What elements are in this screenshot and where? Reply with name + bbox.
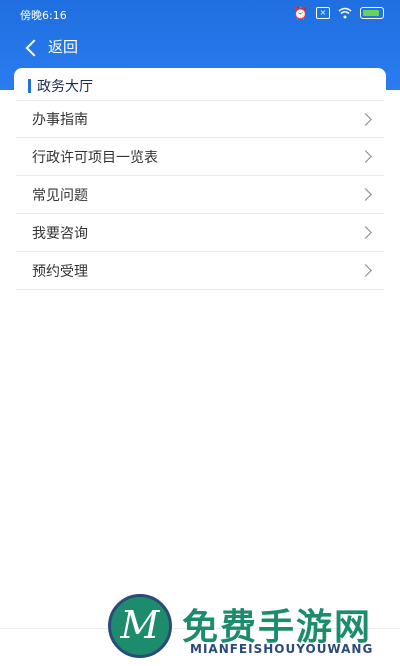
status-icons: ⏰ ×	[293, 6, 384, 20]
menu-item-license-list[interactable]: 行政许可项目一览表	[16, 138, 384, 176]
chevron-right-icon	[359, 188, 372, 201]
menu-item-label: 预约受理	[32, 263, 88, 280]
menu-item-label: 行政许可项目一览表	[32, 149, 158, 166]
watermark-subtitle: MIANFEISHOUYOUWANG	[190, 642, 374, 656]
menu-item-label: 常见问题	[32, 187, 88, 204]
watermark-logo: M	[108, 594, 172, 658]
chevron-right-icon	[359, 112, 372, 126]
status-bar: 傍晚6:16 ⏰ ×	[0, 0, 400, 28]
wifi-icon	[338, 7, 352, 19]
chevron-right-icon	[359, 226, 372, 239]
watermark-logo-letter: M	[120, 603, 160, 647]
section-title: 政务大厅	[37, 79, 93, 95]
sim-icon: ×	[316, 7, 330, 19]
menu-item-appointment[interactable]: 预约受理	[16, 252, 384, 290]
menu-item-consult[interactable]: 我要咨询	[16, 214, 384, 252]
menu-item-guide[interactable]: 办事指南	[16, 100, 384, 138]
watermark: M 免费手游网 MIANFEISHOUYOUWANG	[108, 594, 400, 666]
menu-item-label: 我要咨询	[32, 225, 88, 242]
service-menu: 办事指南 行政许可项目一览表 常见问题 我要咨询 预约受理	[16, 100, 384, 290]
chevron-left-icon	[25, 39, 43, 56]
section-title-marker	[28, 79, 31, 93]
section-header: 政务大厅	[28, 76, 93, 96]
menu-item-faq[interactable]: 常见问题	[16, 176, 384, 214]
back-label: 返回	[48, 38, 79, 56]
back-button[interactable]: 返回	[25, 36, 79, 57]
menu-item-label: 办事指南	[32, 112, 88, 128]
alarm-off-icon: ⏰	[293, 6, 308, 20]
chevron-right-icon	[359, 264, 372, 277]
nav-bar: 返回	[0, 32, 400, 66]
chevron-right-icon	[359, 150, 372, 163]
battery-charging-icon	[360, 7, 384, 19]
status-time: 傍晚6:16	[20, 9, 67, 22]
